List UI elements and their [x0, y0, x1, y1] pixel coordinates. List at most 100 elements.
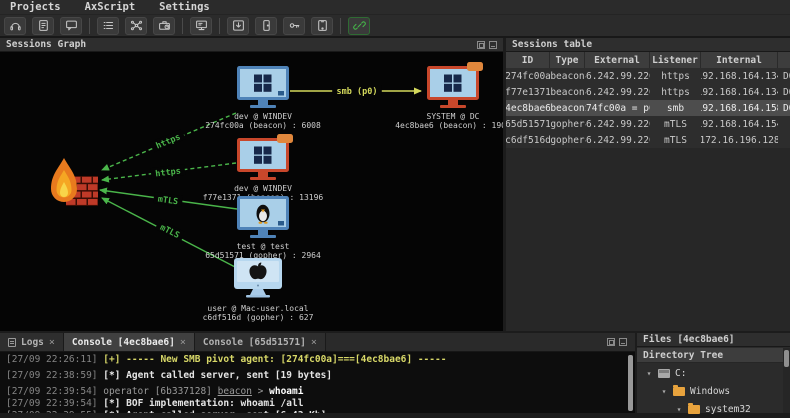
tree-item-system32[interactable]: ▾system32 [637, 400, 783, 418]
caret-icon[interactable]: ▾ [645, 369, 653, 378]
column-header[interactable]: Internal [701, 52, 778, 68]
close-icon[interactable]: × [180, 337, 186, 348]
menu-axscript[interactable]: AxScript [85, 1, 136, 13]
sessions-graph-panel: Sessions Graph smb (p0)httpshttpsmTLSmTL… [0, 38, 503, 331]
column-header[interactable]: External [585, 52, 650, 68]
session-cell: 274fc00a [506, 68, 550, 84]
session-cell: https [650, 68, 701, 84]
session-cell: DO [778, 84, 790, 100]
connect-button[interactable] [348, 17, 370, 35]
session-cell: 46.242.99.226 [585, 116, 650, 132]
directory-tree: ▾ C: ▾Windows▾system32 [637, 364, 783, 418]
toolbar-separator [182, 18, 183, 34]
session-cell: 46.242.99.226 [585, 84, 650, 100]
sessions-table-icon [102, 19, 115, 32]
toolbar-separator [219, 18, 220, 34]
directory-tree-header: Directory Tree [637, 348, 790, 363]
popout-icon[interactable] [607, 338, 615, 346]
console-line: [27/09 22:39:54] [*] BOF implementation:… [6, 398, 622, 410]
sessions-graph-title: Sessions Graph [6, 39, 86, 50]
sessions-graph-button[interactable] [125, 17, 147, 35]
node-label-agent: 274fc00a (beacon) : 6008 [205, 121, 321, 130]
svg-text:mTLS: mTLS [158, 223, 181, 241]
minimize-icon[interactable] [489, 41, 497, 49]
tab-console-4ec8bae6-[interactable]: Console [4ec8bae6] × [64, 333, 195, 351]
sessions-graph-canvas[interactable]: smb (p0)httpshttpsmTLSmTLSdev @ WINDEV27… [0, 52, 503, 331]
session-cell: 4ec8bae6 [506, 100, 550, 116]
console-panel: Logs×Console [4ec8bae6]×Console [65d5157… [0, 333, 635, 413]
screens-icon [316, 19, 329, 32]
sessions-table-header: IDTypeExternalListenerInternal [506, 52, 790, 68]
session-cell: beacon [550, 84, 585, 100]
tree-item-c[interactable]: ▾ C: [637, 364, 783, 382]
column-header[interactable]: ID [506, 52, 550, 68]
beacon-badge [467, 62, 483, 71]
console-line: [27/09 22:26:11] [+] ----- New SMB pivot… [6, 354, 622, 366]
session-node-274fc00a[interactable]: dev @ WINDEV274fc00a (beacon) : 6008 [205, 66, 321, 130]
svg-text:smb (p0): smb (p0) [337, 87, 378, 97]
node-label-host: user @ Mac-user.local [207, 304, 308, 313]
notes-button[interactable] [32, 17, 54, 35]
session-row[interactable]: 274fc00abeacon46.242.99.226https192.168.… [506, 68, 790, 84]
firewall-icon [51, 158, 98, 206]
session-cell: 192.168.164.134 [701, 68, 778, 84]
tree-item-label: C: [675, 368, 686, 379]
files-titlebar: Files [4ec8bae6] [637, 333, 790, 347]
sessions-table-button[interactable] [97, 17, 119, 35]
tab-logs[interactable]: Logs × [0, 333, 64, 351]
credentials-button[interactable] [283, 17, 305, 35]
minimize-icon[interactable] [619, 338, 627, 346]
edge-label: mTLS [154, 219, 185, 243]
session-node-4ec8bae6[interactable]: SYSTEM @ DC4ec8bae6 (beacon) : 1904 [395, 62, 503, 130]
session-cell: mTLS [650, 116, 701, 132]
close-icon[interactable]: × [49, 337, 55, 348]
console-tabbar: Logs×Console [4ec8bae6]×Console [65d5157… [0, 333, 635, 352]
chat-icon [65, 19, 78, 32]
tab-label: Console [65d51571] [203, 337, 306, 348]
screens-button[interactable] [311, 17, 333, 35]
edge-label: https [150, 164, 185, 180]
caret-icon[interactable]: ▾ [675, 405, 683, 414]
tunnels-button[interactable] [255, 17, 277, 35]
caret-icon[interactable]: ▾ [660, 387, 668, 396]
targets-button[interactable] [190, 17, 212, 35]
session-cell: beacon [550, 100, 585, 116]
tab-console-65d51571-[interactable]: Console [65d51571] × [195, 333, 326, 351]
session-cell: DO [778, 68, 790, 84]
tab-label: Logs [21, 337, 44, 348]
session-cell: 192.168.164.134 [701, 84, 778, 100]
audio-icon [9, 19, 22, 32]
console-scrollbar[interactable] [628, 355, 633, 411]
menu-settings[interactable]: Settings [159, 1, 210, 13]
session-cell: gopher [550, 132, 585, 148]
edge-label: smb (p0) [332, 85, 382, 97]
chat-button[interactable] [60, 17, 82, 35]
session-cell [778, 132, 790, 148]
session-cell: 172.16.196.128 [701, 132, 778, 148]
sessions-table-titlebar: Sessions table [506, 38, 790, 52]
tab-label: Console [4ec8bae6] [72, 337, 175, 348]
column-header[interactable]: Listener [650, 52, 701, 68]
jobs-button[interactable] [153, 17, 175, 35]
tree-scrollbar-thumb[interactable] [784, 350, 789, 367]
column-header[interactable]: Type [550, 52, 585, 68]
downloads-button[interactable] [227, 17, 249, 35]
audio-button[interactable] [4, 17, 26, 35]
session-node-f77e1371[interactable]: dev @ WINDEVf77e1371 (beacon) : 13196 [203, 134, 324, 202]
files-title: Files [4ec8bae6] [643, 334, 735, 345]
session-node-65d51571[interactable]: test @ test65d51571 (gopher) : 2964 [205, 196, 321, 260]
session-row[interactable]: c6df516dgopher46.242.99.226mTLS172.16.19… [506, 132, 790, 148]
session-cell: gopher [550, 116, 585, 132]
popout-icon[interactable] [477, 41, 485, 49]
column-header[interactable] [778, 52, 790, 68]
node-label-host: test @ test [237, 242, 290, 251]
session-cell: 46.242.99.226 [585, 132, 650, 148]
session-row[interactable]: f77e1371beacon46.242.99.226https192.168.… [506, 84, 790, 100]
console-output[interactable]: [27/09 22:26:11] [+] ----- New SMB pivot… [6, 354, 622, 413]
session-row[interactable]: 65d51571gopher46.242.99.226mTLS192.168.1… [506, 116, 790, 132]
tree-item-windows[interactable]: ▾Windows [637, 382, 783, 400]
session-node-c6df516d[interactable]: user @ Mac-user.localc6df516d (gopher) :… [203, 258, 314, 322]
close-icon[interactable]: × [311, 337, 317, 348]
session-row[interactable]: 4ec8bae6beacon274fc00a = p0smb192.168.16… [506, 100, 790, 116]
menu-projects[interactable]: Projects [10, 1, 61, 13]
